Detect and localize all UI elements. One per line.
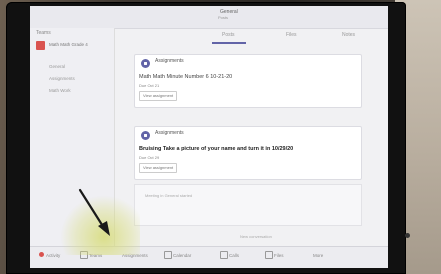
nav-calendar[interactable]: Calendar [173,253,191,258]
sidebar-item-assignments[interactable]: Assignments [49,76,75,81]
sidebar-header: Teams [36,30,51,36]
sidebar-item-math-work[interactable]: Math Work [49,88,71,93]
assignment-icon [141,59,150,68]
assignment-icon [141,131,150,140]
top-bar: General Posts [30,6,388,29]
calendar-icon [164,251,172,259]
file-icon [265,251,273,259]
activity-icon [39,252,44,257]
new-conversation-button[interactable]: New conversation [240,234,272,239]
team-name: Math Math Grade 4 [49,42,88,47]
card-label: Assignments [155,130,184,136]
meeting-post[interactable]: Meeting in General started [134,184,362,226]
card-due: Due Oct 21 [139,83,160,88]
channel-tabs: Posts Files Notes [114,28,388,44]
active-tab-indicator [212,42,246,44]
card-title: Math Math Minute Number 6 10-21-20 [139,74,233,80]
tab-posts[interactable]: Posts [222,32,235,38]
meeting-text: Meeting in General started [145,193,193,198]
channel-subtitle: Posts [218,15,229,20]
nav-more[interactable]: More [313,253,323,258]
team-avatar [36,41,45,50]
screen-glare [60,195,140,255]
nav-calls[interactable]: Calls [229,253,239,258]
view-assignment-button[interactable]: View assignment [139,91,178,101]
sidebar-item-general[interactable]: General [49,64,65,69]
card-label: Assignments [155,58,184,64]
card-title: Bruising Take a picture of your name and… [139,146,294,152]
tab-notes[interactable]: Notes [342,32,355,38]
team-item[interactable]: Math Math Grade 4 [34,40,112,52]
nav-activity[interactable]: Activity [46,253,60,258]
assignment-card: Assignments Math Math Minute Number 6 10… [134,54,362,108]
camera-icon [405,233,410,238]
tab-files[interactable]: Files [286,32,297,38]
nav-files[interactable]: Files [274,253,284,258]
card-due: Due Oct 29 [139,155,160,160]
phone-icon [220,251,228,259]
view-assignment-button[interactable]: View assignment [139,163,178,173]
assignment-card: Assignments Bruising Take a picture of y… [134,126,362,180]
photo-scene: General Posts Teams Math Math Grade 4 Ge… [0,0,441,274]
